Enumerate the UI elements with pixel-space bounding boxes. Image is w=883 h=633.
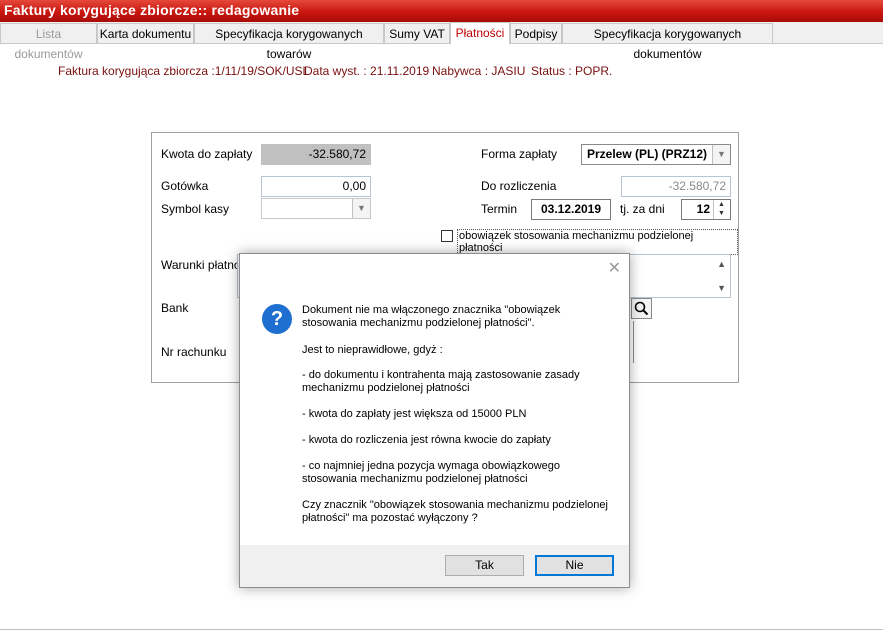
- tab-podpisy[interactable]: Podpisy: [510, 23, 562, 43]
- dialog-message-question: Czy znacznik "obowiązek stosowania mecha…: [302, 499, 608, 524]
- document-number: Faktura korygująca zbiorcza :1/11/19/SOK…: [58, 64, 310, 78]
- bank-label: Bank: [161, 301, 189, 315]
- tab-karta-dokumentu[interactable]: Karta dokumentu: [97, 23, 194, 43]
- za-dni-label: tj. za dni: [620, 202, 665, 216]
- tab-specyfikacja-dokumentow[interactable]: Specyfikacja korygowanych dokumentów: [562, 23, 773, 61]
- question-icon: ?: [262, 304, 292, 334]
- symbol-kasy-combo[interactable]: ▼: [261, 198, 371, 219]
- split-payment-checkbox[interactable]: [441, 230, 453, 242]
- tab-specyfikacja-towarow[interactable]: Specyfikacja korygowanych towarów: [194, 23, 384, 61]
- kwota-field: -32.580,72: [261, 144, 371, 165]
- no-button[interactable]: Nie: [535, 555, 614, 576]
- scroll-up-icon[interactable]: ▲: [717, 259, 726, 269]
- dialog-message-reason: Jest to nieprawidłowe, gdyż :: [302, 344, 443, 356]
- buyer: Nabywca : JASIU: [432, 64, 526, 78]
- dialog-footer: Tak Nie: [240, 545, 629, 587]
- tab-lista-dokumentow[interactable]: Lista dokumentów: [0, 23, 97, 61]
- tab-sumy-vat[interactable]: Sumy VAT: [384, 23, 450, 43]
- issue-date: Data wyst. : 21.11.2019: [304, 64, 430, 78]
- za-dni-spinner[interactable]: 12 ▲ ▼: [681, 199, 731, 220]
- dialog-message-point-3: - kwota do rozliczenia jest równa kwocie…: [302, 434, 551, 446]
- status-divider: [0, 629, 883, 630]
- forma-label: Forma zapłaty: [481, 147, 558, 161]
- document-status: Status : POPR.: [531, 64, 613, 78]
- scroll-down-icon[interactable]: ▼: [717, 283, 726, 293]
- nr-rachunku-label: Nr rachunku: [161, 345, 227, 359]
- chevron-down-icon: ▼: [712, 145, 730, 164]
- tab-bar: Lista dokumentów Karta dokumentu Specyfi…: [0, 22, 883, 61]
- termin-field[interactable]: 03.12.2019: [531, 199, 611, 220]
- chevron-down-icon: ▼: [352, 199, 370, 218]
- dialog-message-point-4: - co najmniej jedna pozycja wymaga obowi…: [302, 460, 561, 485]
- dialog-message-point-2: - kwota do zapłaty jest większa od 15000…: [302, 408, 527, 420]
- gotowka-field[interactable]: 0,00: [261, 176, 371, 197]
- search-icon: [634, 301, 649, 316]
- do-rozliczenia-field: -32.580,72: [621, 176, 731, 197]
- split-payment-label[interactable]: obowiązek stosowania mechanizmu podzielo…: [457, 229, 738, 255]
- yes-button[interactable]: Tak: [445, 555, 524, 576]
- gotowka-label: Gotówka: [161, 179, 209, 193]
- split-payment-dialog: ✕ ? Dokument nie ma włączonego znacznika…: [239, 253, 630, 588]
- forma-zaplaty-combo[interactable]: Przelew (PL) (PRZ12) ▼: [581, 144, 731, 165]
- termin-label: Termin: [481, 202, 518, 216]
- tab-platnosci[interactable]: Płatności: [450, 22, 510, 44]
- kwota-label: Kwota do zapłaty: [161, 147, 253, 161]
- forma-zaplaty-value: Przelew (PL) (PRZ12): [587, 147, 708, 161]
- za-dni-value: 12: [696, 202, 710, 216]
- bank-search-button[interactable]: [631, 298, 652, 319]
- do-rozliczenia-label: Do rozliczenia: [481, 179, 557, 193]
- symbol-kasy-label: Symbol kasy: [161, 202, 230, 216]
- close-icon[interactable]: ✕: [608, 258, 621, 278]
- dialog-message-point-1: - do dokumentu i kontrahenta mają zastos…: [302, 369, 580, 394]
- spin-arrows-icon[interactable]: ▲ ▼: [713, 200, 729, 219]
- window-title: Faktury korygujące zbiorcze:: redagowani…: [0, 0, 883, 22]
- dialog-message-intro: Dokument nie ma włączonego znacznika "ob…: [302, 304, 561, 329]
